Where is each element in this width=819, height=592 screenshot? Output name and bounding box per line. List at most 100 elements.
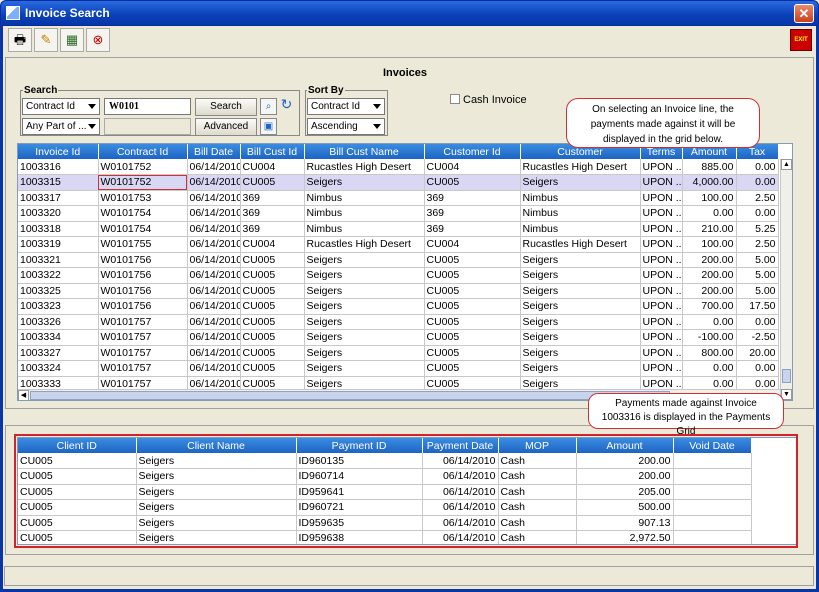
invoice-cell[interactable]: Rucastles High Desert <box>304 159 425 175</box>
invoice-cell[interactable]: 0.00 <box>682 360 737 377</box>
search-field-select[interactable]: Contract Id <box>22 98 100 115</box>
invoice-cell[interactable]: W0101756 <box>98 298 188 315</box>
invoice-cell[interactable]: 06/14/2010 <box>187 205 241 222</box>
invoice-cell[interactable]: UPON ... <box>640 314 683 330</box>
invoice-cell[interactable]: UPON ... <box>640 159 683 175</box>
invoice-cell[interactable]: 1003322 <box>18 267 99 284</box>
invoice-cell[interactable]: 200.00 <box>682 283 737 299</box>
invoice-row[interactable]: 1003322 W0101756 06/14/2010 CU005 Seigers CU0… <box>18 267 779 284</box>
invoice-cell[interactable]: 369 <box>424 205 521 222</box>
invoice-cell[interactable]: Seigers <box>304 345 425 361</box>
advanced-button[interactable]: Advanced <box>195 118 257 136</box>
invoice-cell[interactable]: W0101757 <box>98 314 188 330</box>
invoice-cell[interactable]: 100.00 <box>682 190 737 206</box>
invoice-cell[interactable]: UPON ... <box>640 236 683 253</box>
invoice-cell[interactable]: Seigers <box>304 283 425 299</box>
invoice-cell[interactable]: Seigers <box>520 314 641 330</box>
invoice-cell[interactable]: CU005 <box>424 298 521 315</box>
invoice-cell[interactable]: 369 <box>240 205 305 222</box>
sort-field-select[interactable]: Contract Id <box>307 98 385 115</box>
invoice-cell[interactable]: W0101756 <box>98 252 188 268</box>
print-icon[interactable]: 🖶 <box>8 28 32 52</box>
invoice-cell[interactable]: 06/14/2010 <box>187 298 241 315</box>
invoice-cell[interactable]: 17.50 <box>736 298 779 315</box>
invoice-cell[interactable]: CU004 <box>240 236 305 253</box>
scroll-left-button[interactable]: ◀ <box>18 390 29 400</box>
invoice-cell[interactable]: 1003320 <box>18 205 99 222</box>
invoice-cell[interactable]: CU005 <box>240 174 305 191</box>
invoice-cell[interactable]: CU005 <box>424 174 521 191</box>
invoice-cell[interactable]: 1003315 <box>18 174 99 191</box>
invoice-cell[interactable]: -2.50 <box>736 329 779 346</box>
invoice-row[interactable]: 1003321 W0101756 06/14/2010 CU005 Seigers CU0… <box>18 252 779 268</box>
invoice-cell[interactable]: 100.00 <box>682 236 737 253</box>
invoice-cell[interactable]: CU005 <box>240 360 305 377</box>
invoice-cell[interactable]: 1003326 <box>18 314 99 330</box>
invoice-cell[interactable]: UPON ... <box>640 205 683 222</box>
invoice-cell[interactable]: Seigers <box>304 329 425 346</box>
invoice-cell[interactable]: UPON ... <box>640 329 683 346</box>
invoice-cell[interactable]: 1003317 <box>18 190 99 206</box>
invoice-row[interactable]: 1003320 W0101754 06/14/2010 369 Nimbus 369 Nim… <box>18 205 779 222</box>
invoice-cell[interactable]: W0101756 <box>98 267 188 284</box>
invoice-cell[interactable]: Seigers <box>520 283 641 299</box>
invoice-row[interactable]: 1003327 W0101757 06/14/2010 CU005 Seigers CU0… <box>18 345 779 361</box>
refresh-icon[interactable]: ↻ <box>278 97 295 114</box>
edit-icon[interactable]: ✎ <box>34 28 58 52</box>
invoice-cell[interactable]: 885.00 <box>682 159 737 175</box>
invoice-cell[interactable]: CU004 <box>240 159 305 175</box>
cancel-icon[interactable]: ⊗ <box>86 28 110 52</box>
invoice-cell[interactable]: 700.00 <box>682 298 737 315</box>
invoice-cell[interactable]: CU005 <box>424 283 521 299</box>
invoice-cell[interactable]: 369 <box>424 190 521 206</box>
invoice-cell[interactable]: 369 <box>240 221 305 237</box>
invoice-cell[interactable]: 1003319 <box>18 236 99 253</box>
invoice-cell[interactable]: Rucastles High Desert <box>520 159 641 175</box>
invoice-header[interactable]: Bill Cust Name <box>304 144 425 159</box>
scroll-thumb[interactable] <box>782 369 791 383</box>
invoice-cell[interactable]: 5.00 <box>736 267 779 284</box>
invoice-cell[interactable]: W0101754 <box>98 205 188 222</box>
invoice-cell[interactable]: CU005 <box>424 252 521 268</box>
invoice-cell[interactable]: 5.00 <box>736 283 779 299</box>
invoice-row[interactable]: 1003317 W0101753 06/14/2010 369 Nimbus 369 Nim… <box>18 190 779 206</box>
invoice-cell[interactable]: UPON ... <box>640 267 683 284</box>
invoice-cell[interactable]: W0101757 <box>98 329 188 346</box>
invoice-cell[interactable]: 06/14/2010 <box>187 360 241 377</box>
invoice-cell[interactable]: 06/14/2010 <box>187 267 241 284</box>
invoice-cell[interactable]: 06/14/2010 <box>187 221 241 237</box>
search-button[interactable]: Search <box>195 98 257 116</box>
invoice-cell[interactable]: Nimbus <box>520 221 641 237</box>
invoice-cell[interactable]: 0.00 <box>736 314 779 330</box>
invoice-header[interactable]: Bill Cust Id <box>240 144 305 159</box>
invoice-cell[interactable]: 0.00 <box>736 360 779 377</box>
invoice-cell[interactable]: 5.00 <box>736 252 779 268</box>
invoice-cell[interactable]: Nimbus <box>520 190 641 206</box>
invoice-cell[interactable]: Seigers <box>304 298 425 315</box>
invoice-cell[interactable]: 0.00 <box>736 159 779 175</box>
invoice-cell[interactable]: CU005 <box>240 283 305 299</box>
invoice-row[interactable]: 1003316 W0101752 06/14/2010 CU004 Rucastles … <box>18 159 779 175</box>
invoice-cell[interactable]: CU005 <box>240 252 305 268</box>
invoice-cell[interactable]: UPON ... <box>640 190 683 206</box>
invoice-vscrollbar[interactable]: ▲ ▼ <box>780 159 792 400</box>
invoice-cell[interactable]: CU005 <box>240 345 305 361</box>
invoice-cell[interactable]: W0101752 <box>98 174 188 191</box>
invoice-cell[interactable]: W0101756 <box>98 283 188 299</box>
invoice-cell[interactable]: 06/14/2010 <box>187 283 241 299</box>
invoice-cell[interactable]: CU005 <box>240 298 305 315</box>
invoice-cell[interactable]: W0101757 <box>98 360 188 377</box>
close-button[interactable]: ✕ <box>794 4 814 23</box>
search-input[interactable]: W0101 <box>104 98 191 115</box>
invoice-cell[interactable]: 20.00 <box>736 345 779 361</box>
invoice-cell[interactable]: Nimbus <box>304 221 425 237</box>
invoice-row[interactable]: 1003325 W0101756 06/14/2010 CU005 Seigers CU0… <box>18 283 779 299</box>
invoice-cell[interactable]: Seigers <box>520 252 641 268</box>
invoice-cell[interactable]: 1003334 <box>18 329 99 346</box>
invoice-cell[interactable]: CU004 <box>424 159 521 175</box>
invoice-cell[interactable]: Seigers <box>304 360 425 377</box>
invoice-cell[interactable]: W0101755 <box>98 236 188 253</box>
invoice-cell[interactable]: 06/14/2010 <box>187 314 241 330</box>
invoice-header[interactable]: Customer Id <box>424 144 521 159</box>
invoice-cell[interactable]: Nimbus <box>304 190 425 206</box>
